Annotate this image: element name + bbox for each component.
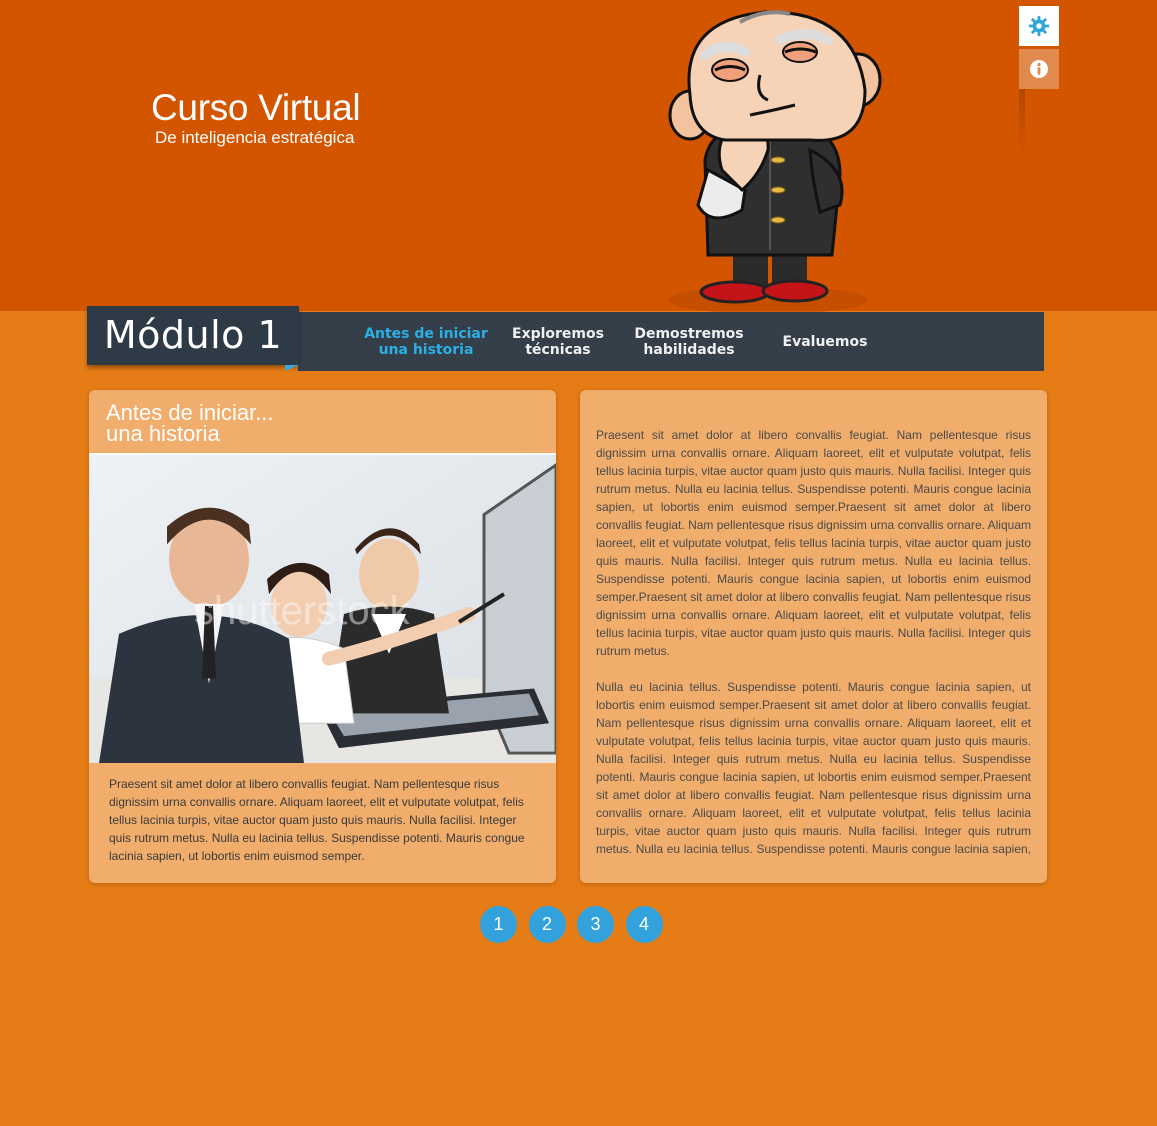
office-team-photo: shutterstock bbox=[89, 453, 556, 763]
nav-item-label-line1: Antes de iniciar bbox=[364, 325, 488, 342]
info-button[interactable] bbox=[1019, 49, 1059, 89]
page-2-button[interactable]: 2 bbox=[528, 906, 566, 943]
story-text: Praesent sit amet dolor at libero conval… bbox=[109, 777, 525, 863]
settings-button[interactable] bbox=[1019, 6, 1059, 46]
course-subtitle: De inteligencia estratégica bbox=[155, 128, 355, 147]
brand: Curso Virtual De inteligencia estratégic… bbox=[151, 87, 361, 148]
story-panel: Antes de iniciar... una historia shutter… bbox=[89, 390, 556, 883]
content-text: Praesent sit amet dolor at libero conval… bbox=[596, 426, 1031, 858]
page-4-button[interactable]: 4 bbox=[625, 906, 663, 943]
nav-item-label-line1: Demostremos bbox=[634, 325, 744, 342]
nav-item-antes-de-iniciar[interactable]: Antes de iniciar una historia bbox=[360, 312, 492, 371]
nav-item-exploremos[interactable]: Exploremos técnicas bbox=[498, 312, 618, 371]
toolbar-shadow bbox=[1019, 89, 1025, 159]
nav-item-label-line2: técnicas bbox=[525, 341, 591, 358]
pagination: 1 2 3 4 bbox=[480, 906, 674, 943]
nav-item-evaluemos[interactable]: Evaluemos bbox=[760, 312, 890, 371]
module-label: Módulo 1 bbox=[87, 306, 299, 365]
nav-item-demostremos[interactable]: Demostremos habilidades bbox=[626, 312, 752, 371]
nav-item-label-line2: habilidades bbox=[643, 341, 735, 358]
info-icon bbox=[1030, 60, 1048, 78]
course-title: Curso Virtual bbox=[151, 87, 361, 128]
page-3-button[interactable]: 3 bbox=[577, 906, 614, 943]
page-1-button[interactable]: 1 bbox=[480, 906, 517, 943]
side-toolbar bbox=[1019, 6, 1059, 159]
panel-title: Antes de iniciar... una historia bbox=[106, 400, 274, 446]
thinking-old-man-mascot-icon bbox=[668, 10, 882, 314]
header-banner: Curso Virtual De inteligencia estratégic… bbox=[0, 0, 1157, 314]
photo-watermark: shutterstock bbox=[194, 589, 410, 633]
panel-title-line2: una historia bbox=[106, 421, 220, 446]
module-label-fold bbox=[285, 365, 299, 371]
content-panel: Praesent sit amet dolor at libero conval… bbox=[580, 390, 1047, 883]
nav-item-label-line1: Exploremos bbox=[512, 325, 604, 342]
panel-title-line1: Antes de iniciar... bbox=[106, 400, 274, 425]
nav-item-label-line2: una historia bbox=[378, 341, 474, 358]
paragraph: Praesent sit amet dolor at libero conval… bbox=[596, 428, 1031, 658]
module-nav-bar: Antes de iniciar una historia Exploremos… bbox=[298, 312, 1044, 371]
gear-icon bbox=[1028, 15, 1050, 37]
paragraph: Nulla eu lacinia tellus. Suspendisse pot… bbox=[596, 680, 1031, 856]
nav-item-label-line1: Evaluemos bbox=[782, 333, 868, 350]
